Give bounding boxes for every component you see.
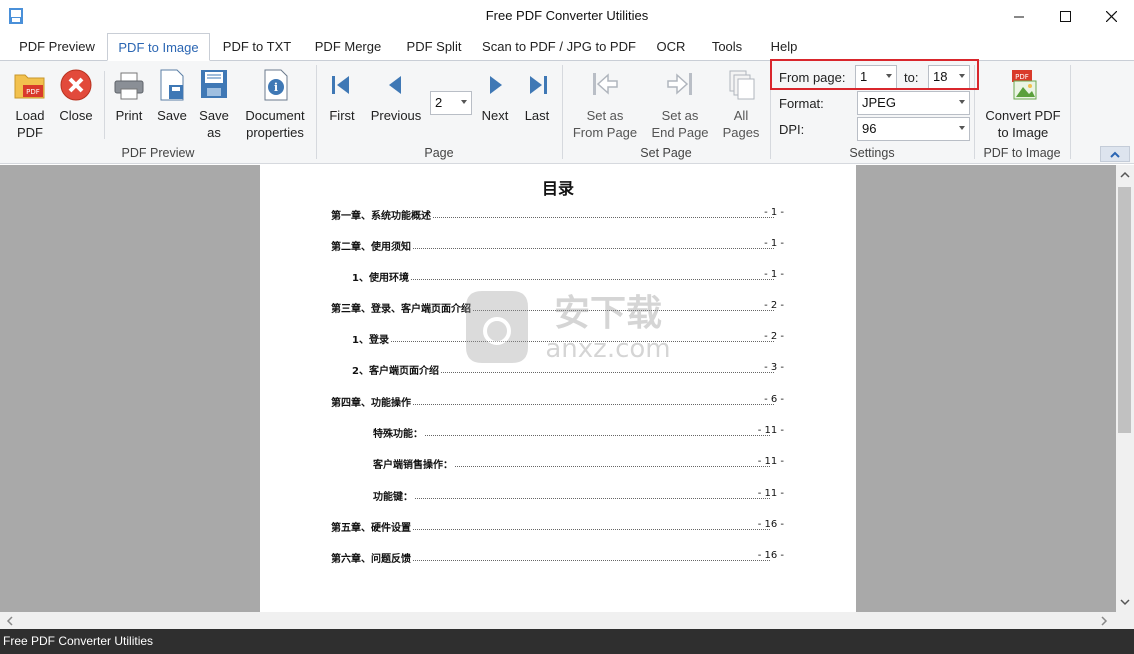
dpi-label: DPI: bbox=[779, 122, 805, 137]
maximize-icon bbox=[1059, 10, 1071, 22]
toc-entry: 1、使用环境 - 1 - bbox=[352, 269, 784, 284]
tab-scan-to-pdf[interactable]: Scan to PDF / JPG to PDF bbox=[478, 33, 640, 61]
chevron-down-icon bbox=[959, 126, 965, 130]
minimize-button[interactable] bbox=[996, 0, 1042, 32]
convert-pdf-to-image-button[interactable]: PDF Convert PDF to Image bbox=[982, 67, 1064, 141]
format-label: Format: bbox=[779, 96, 824, 111]
first-page-button[interactable]: First bbox=[324, 67, 360, 124]
toc-entry: 第五章、硬件设置 - 16 - bbox=[331, 519, 784, 534]
tab-help[interactable]: Help bbox=[762, 33, 806, 61]
set-end-page-icon bbox=[667, 73, 692, 95]
save-as-icon bbox=[201, 70, 227, 98]
title-bar: Free PDF Converter Utilities bbox=[0, 0, 1134, 33]
group-label-settings: Settings bbox=[849, 146, 895, 160]
document-viewer[interactable]: 目录 第一章、系统功能概述 - 1 - 第二章、使用须知 - 1 - 1、使用环… bbox=[0, 165, 1116, 612]
close-circle-icon bbox=[60, 69, 92, 101]
all-pages-icon bbox=[729, 70, 755, 100]
scrollbar-thumb[interactable] bbox=[1118, 187, 1131, 433]
page-range-highlight bbox=[770, 59, 979, 90]
tab-pdf-to-txt[interactable]: PDF to TXT bbox=[216, 33, 298, 61]
document-info-icon: i bbox=[264, 69, 288, 101]
maximize-button[interactable] bbox=[1042, 0, 1088, 32]
chevron-down-icon bbox=[461, 100, 467, 104]
divider bbox=[104, 71, 105, 139]
print-button[interactable]: Print bbox=[110, 67, 148, 124]
group-separator bbox=[1070, 65, 1071, 159]
svg-text:PDF: PDF bbox=[1015, 73, 1029, 81]
group-separator bbox=[316, 65, 317, 159]
set-as-from-page-button[interactable]: Set as From Page bbox=[570, 67, 640, 141]
convert-image-icon: PDF bbox=[1012, 70, 1037, 100]
toc-title: 目录 bbox=[541, 179, 574, 198]
svg-text:PDF: PDF bbox=[26, 88, 40, 96]
group-label-pdf-preview: PDF Preview bbox=[121, 146, 195, 160]
save-document-icon bbox=[160, 69, 184, 101]
tab-tools[interactable]: Tools bbox=[702, 33, 752, 61]
previous-arrow-icon bbox=[389, 76, 401, 94]
horizontal-scrollbar[interactable] bbox=[0, 612, 1134, 629]
folder-pdf-icon: PDF bbox=[14, 74, 45, 99]
window-title: Free PDF Converter Utilities bbox=[485, 8, 649, 23]
last-page-button[interactable]: Last bbox=[520, 67, 554, 124]
load-pdf-button[interactable]: PDF Load PDF bbox=[10, 67, 50, 141]
main-tabs: PDF Preview PDF to Image PDF to TXT PDF … bbox=[0, 33, 1134, 61]
pdf-page: 目录 第一章、系统功能概述 - 1 - 第二章、使用须知 - 1 - 1、使用环… bbox=[260, 165, 856, 612]
save-button[interactable]: Save bbox=[154, 67, 190, 124]
next-arrow-icon bbox=[490, 76, 502, 94]
tab-ocr[interactable]: OCR bbox=[650, 33, 692, 61]
toc-entry: 第四章、功能操作 - 6 - bbox=[331, 394, 784, 409]
tab-pdf-to-image[interactable]: PDF to Image bbox=[107, 33, 210, 61]
document-properties-button[interactable]: i Document properties bbox=[242, 67, 308, 141]
minimize-icon bbox=[1013, 16, 1024, 17]
format-select[interactable]: JPEG bbox=[857, 91, 970, 115]
toc-entry: 功能键： - 11 - bbox=[373, 488, 784, 503]
close-icon bbox=[1105, 10, 1117, 22]
scroll-left-icon[interactable] bbox=[6, 616, 13, 626]
scroll-right-icon[interactable] bbox=[1101, 616, 1108, 626]
close-window-button[interactable] bbox=[1088, 0, 1134, 32]
dpi-select[interactable]: 96 bbox=[857, 117, 970, 141]
save-as-button[interactable]: Save as bbox=[196, 67, 232, 141]
toc-entry: 特殊功能： - 11 - bbox=[373, 425, 784, 440]
toc-entry: 客户端销售操作： - 11 - bbox=[373, 456, 784, 471]
scroll-down-icon[interactable] bbox=[1120, 599, 1130, 606]
group-label-page: Page bbox=[424, 146, 454, 160]
svg-text:安下载: 安下载 bbox=[554, 293, 662, 334]
vertical-scrollbar[interactable] bbox=[1116, 165, 1134, 612]
group-label-set-page: Set Page bbox=[640, 146, 692, 160]
close-pdf-button[interactable]: Close bbox=[56, 67, 96, 124]
collapse-ribbon-button[interactable] bbox=[1100, 146, 1130, 162]
page-number-select[interactable]: 2 bbox=[430, 91, 472, 115]
all-pages-button[interactable]: All Pages bbox=[720, 67, 762, 141]
tab-pdf-split[interactable]: PDF Split bbox=[398, 33, 470, 61]
toc-entry: 第六章、问题反馈 - 16 - bbox=[331, 550, 784, 565]
tab-pdf-preview[interactable]: PDF Preview bbox=[12, 33, 102, 61]
set-from-page-icon bbox=[593, 73, 618, 95]
previous-page-button[interactable]: Previous bbox=[368, 67, 424, 124]
set-as-end-page-button[interactable]: Set as End Page bbox=[648, 67, 712, 141]
tab-pdf-merge[interactable]: PDF Merge bbox=[306, 33, 390, 61]
chevron-down-icon bbox=[959, 100, 965, 104]
scroll-up-icon[interactable] bbox=[1120, 171, 1130, 178]
last-page-icon bbox=[530, 76, 547, 94]
svg-text:anxz.com: anxz.com bbox=[545, 334, 670, 364]
toc-entry: 第一章、系统功能概述 - 1 - bbox=[331, 207, 784, 222]
group-label-pdf-to-image: PDF to Image bbox=[983, 146, 1061, 160]
printer-icon bbox=[114, 72, 144, 100]
group-separator bbox=[562, 65, 563, 159]
toc-entry: 第二章、使用须知 - 1 - bbox=[331, 238, 784, 253]
next-page-button[interactable]: Next bbox=[478, 67, 512, 124]
first-page-icon bbox=[332, 76, 349, 94]
status-bar: Free PDF Converter Utilities bbox=[0, 629, 1134, 654]
svg-text:i: i bbox=[274, 81, 278, 94]
watermark-logo: 安下载 anxz.com bbox=[466, 291, 671, 364]
chevron-up-icon bbox=[1110, 151, 1120, 158]
